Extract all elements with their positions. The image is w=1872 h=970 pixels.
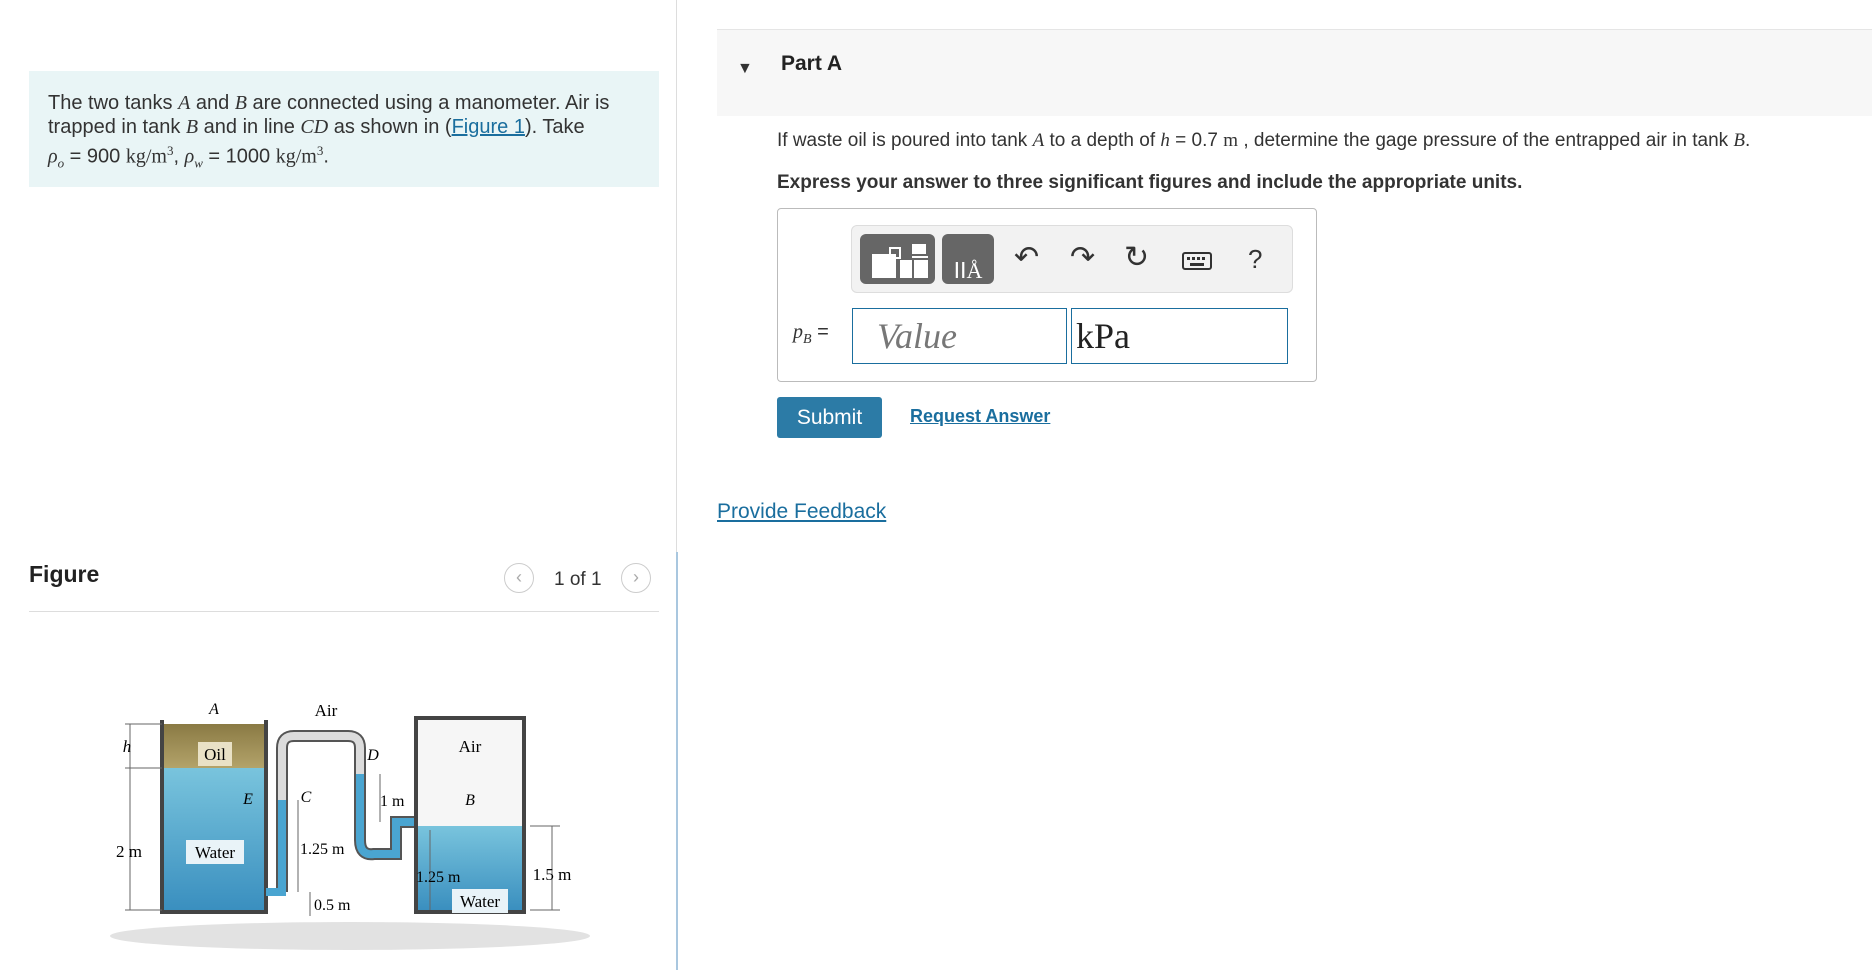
label-C: C [301, 789, 312, 806]
label-water-b: Water [460, 892, 500, 911]
left-panel: The two tanks A and B are connected usin… [0, 0, 676, 970]
submit-button[interactable]: Submit [777, 397, 882, 438]
manometer-tube-air [278, 732, 364, 892]
label-D: D [366, 747, 379, 764]
problem-line-2: trapped in tank B and in line CD as show… [48, 116, 585, 138]
label-1m: 1 m [380, 793, 405, 810]
symbols-button[interactable]: ⅠⅠÅ [942, 234, 994, 284]
answer-box: ⅠⅠÅ ↶ ↷ ↻ ? pB = Value kPa [777, 208, 1317, 382]
templates-icon [872, 244, 928, 278]
symbols-icon: ⅠⅠÅ [954, 258, 983, 283]
label-1-25-left: 1.25 m [300, 841, 345, 858]
request-answer-link[interactable]: Request Answer [910, 406, 1050, 427]
figure-pager: 1 of 1 [554, 569, 602, 590]
ground-shadow [110, 922, 590, 950]
reset-icon[interactable]: ↻ [1124, 240, 1149, 275]
label-E: E [242, 791, 253, 808]
label-air-top: Air [315, 701, 338, 720]
tube-outline-right [354, 774, 416, 861]
provide-feedback-link[interactable]: Provide Feedback [717, 500, 886, 524]
manometer-tube-outline [276, 730, 366, 892]
figure-header: Figure ‹ 1 of 1 › [29, 553, 659, 612]
water-tank-a [162, 768, 264, 910]
label-h: h [123, 737, 132, 756]
pb-label: pB = [793, 321, 829, 347]
tube-water-left [266, 800, 286, 896]
problem-statement: The two tanks A and B are connected usin… [29, 71, 659, 187]
right-panel: ▼ Part A If waste oil is poured into tan… [717, 0, 1872, 970]
question-text: If waste oil is poured into tank A to a … [777, 130, 1751, 151]
label-1-25-right: 1.25 m [416, 869, 461, 886]
part-a-label: Part A [781, 52, 843, 75]
value-input[interactable]: Value [852, 308, 1067, 364]
manometer-diagram: A h Oil E Water 2 m Air C D 1 m 1.25 m 0… [110, 701, 590, 950]
next-figure-button[interactable]: › [621, 563, 651, 593]
label-oil: Oil [204, 745, 226, 764]
label-air-b: Air [459, 737, 482, 756]
part-a-header[interactable]: ▼ Part A [717, 29, 1872, 116]
triangle-down-icon[interactable]: ▼ [737, 60, 753, 78]
redo-icon[interactable]: ↷ [1070, 240, 1095, 275]
label-water-a: Water [195, 843, 235, 862]
prev-figure-button[interactable]: ‹ [504, 563, 534, 593]
chevron-left-icon: ‹ [516, 567, 522, 587]
keyboard-icon[interactable] [1182, 246, 1212, 280]
instruction-text: Express your answer to three significant… [777, 172, 1523, 193]
unit-input[interactable]: kPa [1071, 308, 1288, 364]
undo-icon[interactable]: ↶ [1014, 240, 1039, 275]
figure-link[interactable]: Figure 1 [452, 116, 525, 138]
figure-title: Figure [29, 561, 100, 587]
math-toolbar: ⅠⅠÅ ↶ ↷ ↻ ? [851, 225, 1293, 293]
label-2m: 2 m [116, 842, 142, 861]
chevron-right-icon: › [633, 567, 639, 587]
label-B: B [465, 792, 475, 809]
air-tank-b [418, 720, 522, 826]
label-0-5m: 0.5 m [314, 897, 351, 914]
svg-text:ⅠⅠÅ: ⅠⅠÅ [954, 258, 983, 283]
manometer-figure: A h Oil E Water 2 m Air C D 1 m 1.25 m 0… [100, 690, 590, 965]
tube-water-right [356, 774, 416, 859]
help-icon[interactable]: ? [1248, 244, 1262, 275]
panel-divider-accent [676, 552, 678, 970]
templates-button[interactable] [860, 234, 935, 284]
problem-line-1: The two tanks A and B are connected usin… [48, 92, 610, 114]
problem-line-3: ρo = 900 kg/m3, ρw = 1000 kg/m3. [48, 143, 329, 171]
label-A: A [208, 701, 219, 718]
label-1-5m: 1.5 m [533, 865, 572, 884]
